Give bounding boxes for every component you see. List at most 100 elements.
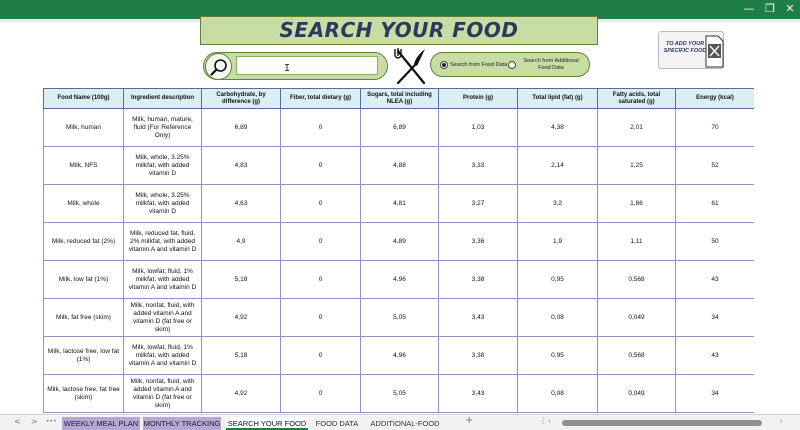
radio-food-data[interactable]: [440, 61, 448, 69]
value-cell[interactable]: 3,27: [438, 184, 518, 223]
value-cell[interactable]: 70: [675, 108, 754, 147]
value-cell[interactable]: 4,63: [201, 184, 281, 223]
value-cell[interactable]: 1,11: [597, 222, 676, 261]
value-cell[interactable]: 4,9: [201, 222, 281, 261]
scroll-left-arrow[interactable]: ‹: [548, 417, 551, 425]
column-header[interactable]: Ingredient description: [123, 88, 202, 109]
value-cell[interactable]: 34: [675, 298, 754, 337]
value-cell[interactable]: 0,568: [597, 336, 676, 375]
restore-button[interactable]: ❐: [763, 2, 777, 16]
value-cell[interactable]: 0: [280, 222, 361, 261]
value-cell[interactable]: 1,9: [517, 222, 598, 261]
value-cell[interactable]: 6,89: [360, 108, 439, 147]
food-name-cell[interactable]: Milk, human: [43, 108, 124, 147]
value-cell[interactable]: 0: [280, 146, 361, 185]
value-cell[interactable]: 34: [675, 374, 754, 413]
value-cell[interactable]: 4,96: [360, 260, 439, 299]
column-header[interactable]: Total lipid (fat) (g): [517, 88, 598, 109]
add-specific-food-button[interactable]: TO ADD YOUR SPECIFIC FOOD: [658, 31, 724, 69]
value-cell[interactable]: 2,01: [597, 108, 676, 147]
sheet-options-button[interactable]: ⋮: [539, 416, 547, 425]
food-name-cell[interactable]: Milk, NFS: [43, 146, 124, 185]
food-name-cell[interactable]: Milk, low fat (1%): [43, 260, 124, 299]
close-button[interactable]: ✕: [783, 2, 797, 16]
scroll-right-arrow[interactable]: ›: [780, 417, 783, 425]
table-row[interactable]: Milk, human Milk, human, mature, fluid (F…: [43, 108, 754, 147]
tab-weekly-meal-plan[interactable]: WEEKLY MEAL PLAN: [62, 417, 140, 430]
tab-scroll-right-button[interactable]: >: [31, 417, 38, 426]
table-row[interactable]: Milk, reduced fat (2%) Milk, reduced fat,…: [43, 222, 754, 261]
food-name-cell[interactable]: Milk, reduced fat (2%): [43, 222, 124, 261]
ingredient-cell[interactable]: Milk, reduced fat, fluid, 2% milkfat, wi…: [123, 222, 202, 261]
value-cell[interactable]: 0: [280, 298, 361, 337]
tab-scroll-left-button[interactable]: <: [14, 417, 21, 426]
value-cell[interactable]: 5,05: [360, 298, 439, 337]
search-button[interactable]: [205, 53, 232, 80]
tab-search-your-food[interactable]: SEARCH YOUR FOOD: [226, 417, 308, 430]
value-cell[interactable]: 43: [675, 336, 754, 375]
add-sheet-button[interactable]: +: [465, 415, 473, 426]
value-cell[interactable]: 4,81: [360, 184, 439, 223]
value-cell[interactable]: 5,18: [201, 336, 281, 375]
value-cell[interactable]: 0: [280, 108, 361, 147]
value-cell[interactable]: 0,568: [597, 260, 676, 299]
value-cell[interactable]: 5,18: [201, 260, 281, 299]
value-cell[interactable]: 52: [675, 146, 754, 185]
value-cell[interactable]: 4,89: [360, 222, 439, 261]
table-row[interactable]: Milk, NFS Milk, whole, 3.25% milkfat, wit…: [43, 146, 754, 185]
value-cell[interactable]: 0: [280, 184, 361, 223]
value-cell[interactable]: 0: [280, 374, 361, 413]
value-cell[interactable]: 0,95: [517, 336, 598, 375]
value-cell[interactable]: 4,92: [201, 298, 281, 337]
ingredient-cell[interactable]: Milk, lowfat, fluid, 1% milkfat, with ad…: [123, 336, 202, 375]
tab-monthly-tracking[interactable]: MONTHLY TRACKING: [143, 417, 221, 430]
food-name-cell[interactable]: Milk, whole: [43, 184, 124, 223]
ingredient-cell[interactable]: Milk, whole, 3.25% milkfat, with added v…: [123, 146, 202, 185]
food-name-cell[interactable]: Milk, fat free (skim): [43, 298, 124, 337]
value-cell[interactable]: 3,38: [438, 260, 518, 299]
value-cell[interactable]: 1,86: [597, 184, 676, 223]
column-header[interactable]: Energy (kcal): [675, 88, 754, 109]
value-cell[interactable]: 3,43: [438, 374, 518, 413]
tab-food-data[interactable]: FOOD DATA: [312, 417, 362, 430]
horizontal-scrollbar[interactable]: ‹ ›: [548, 417, 788, 426]
ingredient-cell[interactable]: Milk, lowfat, fluid, 1% milkfat, with ad…: [123, 260, 202, 299]
minimize-button[interactable]: —: [742, 2, 756, 16]
value-cell[interactable]: 0: [280, 260, 361, 299]
value-cell[interactable]: 0: [280, 336, 361, 375]
column-header[interactable]: Fatty acids, total saturated (g): [597, 88, 676, 109]
value-cell[interactable]: 0,08: [517, 374, 598, 413]
more-sheets-button[interactable]: •••: [46, 418, 57, 425]
column-header[interactable]: Carbohydrate, by difference (g): [201, 88, 281, 109]
value-cell[interactable]: 4,92: [201, 374, 281, 413]
value-cell[interactable]: 3,43: [438, 298, 518, 337]
ingredient-cell[interactable]: Milk, human, mature, fluid (For Referenc…: [123, 108, 202, 147]
value-cell[interactable]: 1,03: [438, 108, 518, 147]
table-row[interactable]: Milk, low fat (1%) Milk, lowfat, fluid, 1…: [43, 260, 754, 299]
value-cell[interactable]: 3,33: [438, 146, 518, 185]
value-cell[interactable]: 3,36: [438, 222, 518, 261]
value-cell[interactable]: 0,08: [517, 298, 598, 337]
value-cell[interactable]: 3,2: [517, 184, 598, 223]
value-cell[interactable]: 4,88: [360, 146, 439, 185]
value-cell[interactable]: 43: [675, 260, 754, 299]
value-cell[interactable]: 4,96: [360, 336, 439, 375]
column-header[interactable]: Food Name (100g): [43, 88, 124, 109]
table-row[interactable]: Milk, lactose free, low fat (1%) Milk, lo…: [43, 336, 754, 375]
ingredient-cell[interactable]: Milk, whole, 3.25% milkfat, with added v…: [123, 184, 202, 223]
value-cell[interactable]: 50: [675, 222, 754, 261]
value-cell[interactable]: 1,25: [597, 146, 676, 185]
value-cell[interactable]: 6,89: [201, 108, 281, 147]
value-cell[interactable]: 4,38: [517, 108, 598, 147]
value-cell[interactable]: 61: [675, 184, 754, 223]
ingredient-cell[interactable]: Milk, nonfat, fluid, with added vitamin …: [123, 298, 202, 337]
table-row[interactable]: Milk, fat free (skim) Milk, nonfat, fluid…: [43, 298, 754, 337]
radio-additional-food-data[interactable]: [508, 61, 516, 69]
search-input[interactable]: [236, 56, 378, 75]
food-name-cell[interactable]: Milk, lactose free, fat free (skim): [43, 374, 124, 413]
column-header[interactable]: Fiber, total dietary (g): [280, 88, 361, 109]
value-cell[interactable]: 0,95: [517, 260, 598, 299]
value-cell[interactable]: 0,049: [597, 374, 676, 413]
table-row[interactable]: Milk, lactose free, fat free (skim) Milk,…: [43, 374, 754, 413]
value-cell[interactable]: 3,38: [438, 336, 518, 375]
